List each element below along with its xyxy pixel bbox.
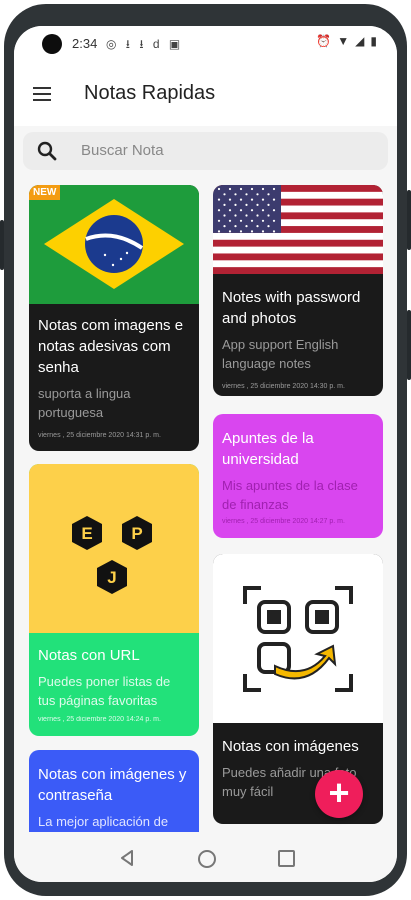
system-nav-bar [14,832,397,882]
system-icons: ⏰ ▼ ◢ ▮ [316,34,377,48]
note-description: Puedes poner listas de tus páginas favor… [38,674,171,708]
note-body: Notes with password and photos App suppo… [213,287,383,390]
new-badge: NEW [29,185,61,200]
note-description: La mejor aplicación de [38,814,169,829]
note-body: Notas com imagens e notas adesivas com s… [29,315,199,439]
search-placeholder: Buscar Nota [81,142,164,159]
logo-letter-p: P [131,524,142,543]
usa-flag-image [213,185,383,274]
search-icon [37,141,57,161]
scan-image [213,554,383,723]
phone-device: 2:34 ◎ ⭳ ⭳ d ▣ ⏰ ▼ ◢ ▮ Notas Rapidas Bus… [0,0,411,900]
epj-logo-image: E P J [29,464,199,633]
notification-icons: ◎ ⭳ ⭳ d ▣ [106,37,184,51]
note-body: Apuntes de la universidad Mis apuntes de… [213,428,383,525]
note-card[interactable]: Apuntes de la universidad Mis apuntes de… [213,414,383,538]
note-title: Notas con imágenes y contraseña [38,766,187,804]
wifi-icon: ▼ [337,34,350,48]
note-card[interactable]: E P J Notas con URL Puedes poner listas … [29,464,199,736]
note-body: Notas con imágenes y contraseña La mejor… [29,764,199,831]
alarm-icon: ⏰ [316,34,332,48]
side-button [407,310,411,380]
note-title: Notes with password and photos [222,289,361,327]
status-bar: 2:34 ◎ ⭳ ⭳ d ▣ ⏰ ▼ ◢ ▮ [14,26,397,66]
status-time: 2:34 [72,36,98,51]
app-title: Notas Rapidas [84,82,216,104]
camera-hole [42,34,62,54]
note-card[interactable]: Notes with password and photos App suppo… [213,185,383,396]
battery-icon: ▮ [370,34,377,48]
brazil-flag-image [29,185,199,304]
signal-icon: ◢ [355,34,365,48]
note-date: viernes , 25 diciembre 2020 14:27 p. m. [222,518,345,525]
add-note-button[interactable]: + [315,770,363,818]
note-description: App support English language notes [222,337,339,371]
note-card[interactable]: NEW Notas com imagens e notas adesivas c… [29,185,199,451]
note-title: Notas com imagens e notas adesivas com s… [38,317,184,376]
search-bar[interactable]: Buscar Nota [23,132,388,170]
note-title: Apuntes de la universidad [222,430,314,468]
power-button [407,190,411,250]
back-icon[interactable] [120,850,134,866]
plus-icon: + [328,771,350,813]
logo-letter-e: E [81,524,92,543]
logo-letter-j: J [107,568,116,587]
note-date: viernes , 25 diciembre 2020 14:30 p. m. [222,383,345,390]
note-description: Mis apuntes de la clase de finanzas [222,478,358,512]
hamburger-menu-icon[interactable] [30,82,54,106]
app-bar: Notas Rapidas [14,66,397,126]
note-title: Notas con URL [38,647,140,664]
note-title: Notas con imágenes [222,738,359,755]
screen: 2:34 ◎ ⭳ ⭳ d ▣ ⏰ ▼ ◢ ▮ Notas Rapidas Bus… [14,26,397,882]
note-date: viernes , 25 diciembre 2020 14:31 p. m. [38,432,161,439]
note-date: viernes , 25 diciembre 2020 14:24 p. m. [38,716,161,723]
home-icon[interactable] [198,850,216,868]
recent-apps-icon[interactable] [278,850,295,867]
note-body: Notas con URL Puedes poner listas de tus… [29,645,199,723]
note-description: suporta a lingua portuguesa [38,386,131,420]
